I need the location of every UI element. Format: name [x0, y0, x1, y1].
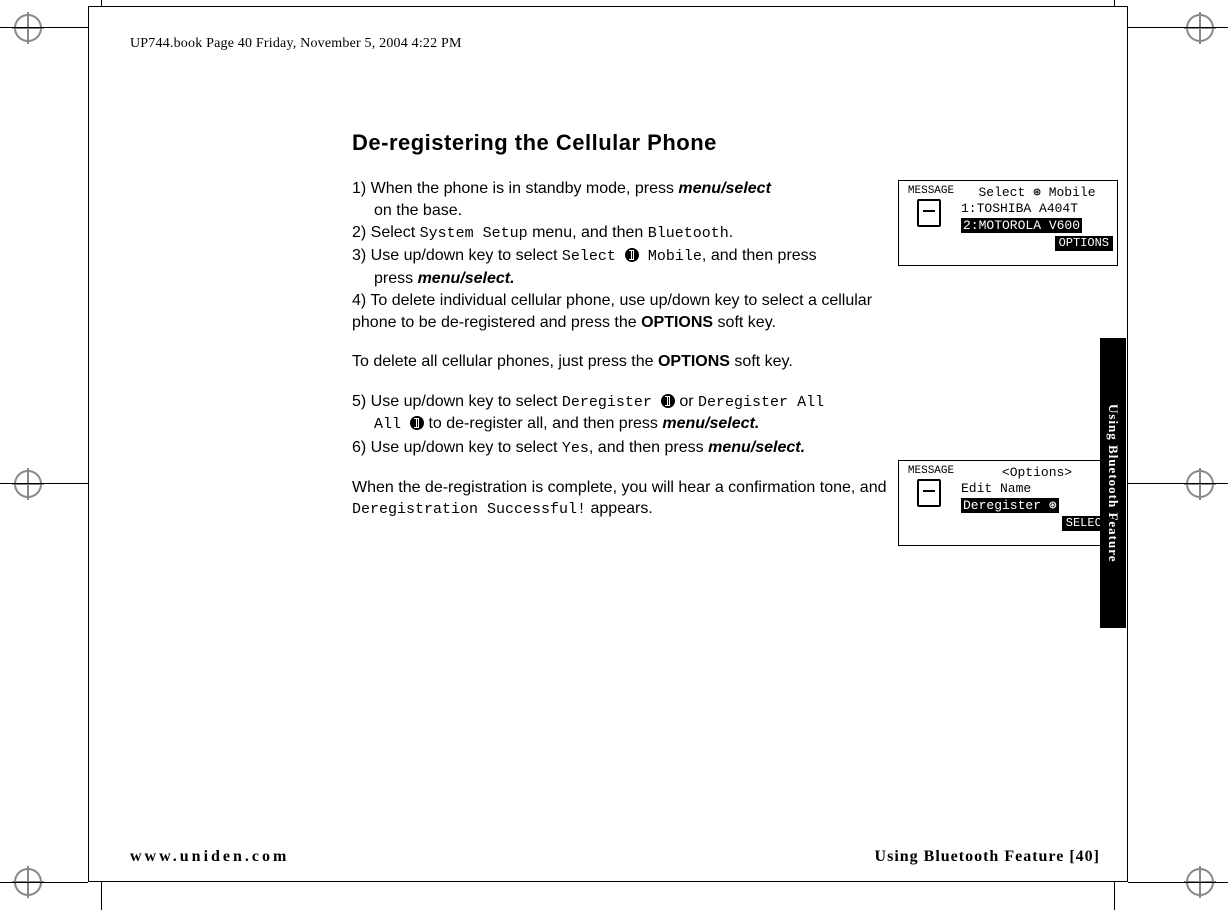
bluetooth-icon — [410, 416, 424, 430]
lcd-text: Select — [562, 248, 625, 265]
lcd-text: System Setup — [420, 225, 528, 242]
text: 6) Use up/down key to select — [352, 439, 562, 456]
footer: www.uniden.com Using Bluetooth Feature [… — [130, 848, 1100, 866]
crop-line — [1128, 27, 1228, 28]
softkey-name: OPTIONS — [658, 353, 730, 370]
text: to de-register all, and then press — [424, 415, 662, 432]
text: menu, and then — [528, 224, 648, 241]
registration-mark — [1186, 470, 1214, 498]
text: 1) When the phone is in standby mode, pr… — [352, 180, 678, 197]
footer-section: Using Bluetooth Feature [40] — [875, 848, 1100, 866]
lcd-line-highlight: Deregister ⊛ — [961, 498, 1113, 514]
text: 5) Use up/down key to select — [352, 393, 562, 410]
lcd-text: Deregister All — [698, 394, 824, 411]
paragraph: To delete all cellular phones, just pres… — [352, 351, 992, 373]
lcd-text: Deregister — [562, 394, 661, 411]
text: , and then press — [702, 247, 817, 264]
softkey-name: OPTIONS — [641, 314, 713, 331]
step-2: 2) Select System Setup menu, and then Bl… — [352, 222, 902, 244]
crop-line — [0, 882, 88, 883]
text: To delete all cellular phones, just pres… — [352, 353, 658, 370]
key-name: menu/select. — [662, 415, 759, 432]
body-text: 1) When the phone is in standby mode, pr… — [352, 178, 902, 521]
lcd-screenshot-select-mobile: MESSAGE Select ⊛ Mobile 1:TOSHIBA A404T … — [898, 180, 1118, 266]
bluetooth-icon — [661, 394, 675, 408]
lcd-text: Bluetooth — [648, 225, 729, 242]
text: . — [729, 224, 733, 241]
text: press — [374, 270, 418, 287]
text: 4) To delete individual cellular phone, … — [352, 292, 872, 331]
lcd-screenshot-options: MESSAGE <Options> Edit Name Deregister ⊛… — [898, 460, 1118, 546]
message-icon — [917, 199, 941, 227]
step-5: 5) Use up/down key to select Deregister … — [352, 391, 902, 436]
message-icon — [917, 479, 941, 507]
lcd-line: Edit Name — [961, 481, 1113, 497]
text: soft key. — [713, 314, 776, 331]
lcd-text: Deregistration Successful! — [352, 501, 586, 518]
lcd-text: Yes — [562, 440, 589, 457]
message-label: MESSAGE — [908, 465, 954, 479]
lcd-text: All — [374, 416, 410, 433]
lcd-line: 1:TOSHIBA A404T — [961, 201, 1113, 217]
crop-line — [1128, 483, 1228, 484]
section-heading: De-registering the Cellular Phone — [352, 130, 902, 156]
step-4: 4) To delete individual cellular phone, … — [352, 290, 902, 333]
text: appears. — [586, 500, 653, 517]
registration-mark — [14, 470, 42, 498]
key-name: menu/select — [678, 180, 770, 197]
crop-line — [101, 882, 102, 910]
key-name: menu/select. — [418, 270, 515, 287]
crop-line — [1114, 882, 1115, 910]
paragraph: When the de-registration is complete, yo… — [352, 477, 912, 521]
text: , and then press — [589, 439, 708, 456]
lcd-text: Mobile — [639, 248, 702, 265]
step-6: 6) Use up/down key to select Yes, and th… — [352, 437, 902, 459]
text: soft key. — [730, 353, 793, 370]
running-header: UP744.book Page 40 Friday, November 5, 2… — [130, 36, 462, 52]
lcd-line-highlight: 2:MOTOROLA V600 — [961, 218, 1113, 234]
key-name: menu/select. — [708, 439, 805, 456]
step-1: 1) When the phone is in standby mode, pr… — [352, 178, 902, 221]
text: or — [675, 393, 698, 410]
main-content: De-registering the Cellular Phone 1) Whe… — [352, 130, 902, 539]
crop-line — [0, 483, 88, 484]
text: 2) Select — [352, 224, 420, 241]
crop-line — [1128, 882, 1228, 883]
message-label: MESSAGE — [908, 185, 954, 199]
lcd-softkey: OPTIONS — [1055, 236, 1113, 251]
text: 3) Use up/down key to select — [352, 247, 562, 264]
lcd-line: Select ⊛ Mobile — [961, 185, 1113, 201]
registration-mark — [14, 14, 42, 42]
bluetooth-icon — [625, 248, 639, 262]
step-3: 3) Use up/down key to select Select Mobi… — [352, 245, 902, 289]
footer-url: www.uniden.com — [130, 848, 289, 866]
side-tab: Using Bluetooth Feature — [1100, 338, 1126, 628]
text: on the base. — [352, 200, 902, 222]
lcd-line: <Options> — [961, 465, 1113, 481]
registration-mark — [1186, 14, 1214, 42]
text: When the de-registration is complete, yo… — [352, 479, 887, 496]
crop-line — [0, 27, 88, 28]
